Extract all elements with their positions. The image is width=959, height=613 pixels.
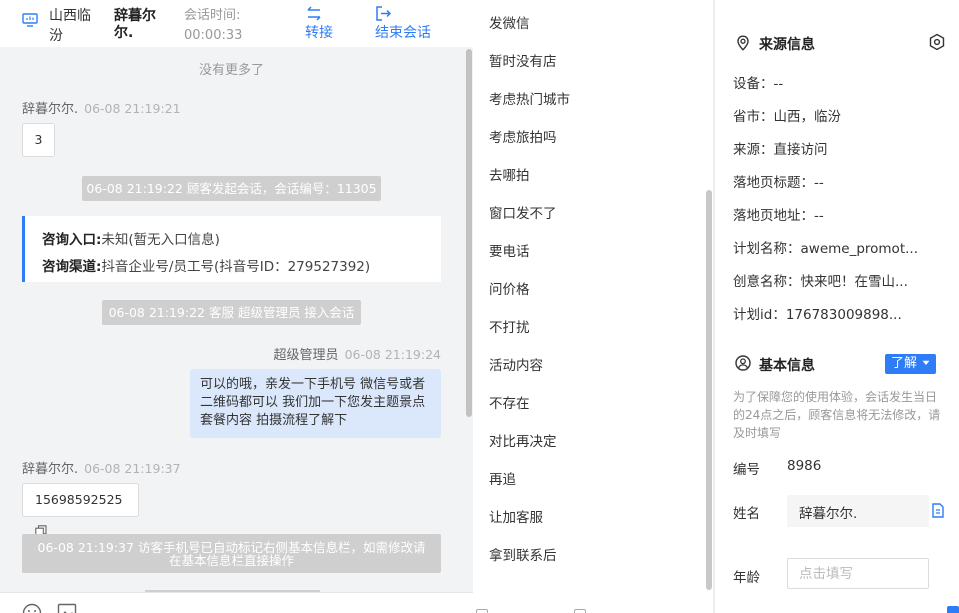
message-meta: 辞暮尔尔. 06-08 21:19:21: [22, 98, 181, 117]
chat-header: 山西临汾 辞暮尔尔. 会话时间: 00:00:33 转接 结束会话: [0, 0, 473, 47]
visitor-location: 山西临汾: [49, 8, 91, 44]
quick-reply-scrollbar[interactable]: [706, 190, 712, 590]
landing-url-row: 落地页地址：--: [733, 208, 824, 224]
outgoing-message: 可以的哦，亲发一下手机号 微信号或者二维码都可以 我们加一下您发主题景点套餐内容…: [190, 369, 441, 438]
quick-reply-item[interactable]: 再追: [489, 468, 516, 488]
quick-reply-item[interactable]: 去哪拍: [489, 164, 530, 184]
quick-reply-item[interactable]: 窗口发不了: [489, 202, 557, 222]
chat-panel: 山西临汾 辞暮尔尔. 会话时间: 00:00:33 转接 结束会话 没有更多了: [0, 0, 473, 613]
incoming-message: 15698592525: [22, 483, 139, 537]
landing-title-row: 落地页标题：--: [733, 175, 824, 191]
visitor-name: 辞暮尔尔.: [114, 8, 156, 41]
option-checkbox[interactable]: [574, 609, 586, 613]
quick-reply-item[interactable]: 发微信: [489, 12, 530, 32]
quick-reply-footer: [473, 604, 713, 613]
session-time-value: 00:00:33: [184, 28, 243, 43]
edit-deadline-notice: 为了保障您的使用体验，会话发生当日的24点之后，顾客信息将无法修改，请及时填写: [733, 390, 941, 440]
message-meta: 超级管理员 06-08 21:19:24: [274, 344, 441, 363]
learn-more-label: 了解: [891, 356, 918, 371]
quick-reply-item[interactable]: 让加客服: [489, 506, 543, 526]
name-value: 辞暮尔尔.: [799, 506, 858, 522]
quick-reply-item[interactable]: 要电话: [489, 240, 530, 260]
quick-reply-item[interactable]: 考虑旅拍吗: [489, 126, 557, 146]
quick-reply-item[interactable]: 活动内容: [489, 354, 543, 374]
consult-channel-label: 咨询渠道:: [42, 259, 102, 275]
transfer-icon: [307, 6, 321, 21]
source-row: 来源：直接访问: [733, 142, 828, 158]
chat-toolbar: [0, 592, 473, 613]
sender-name: 超级管理员: [273, 348, 339, 363]
system-message: 06-08 21:19:22 顾客发起会话，会话编号：11305: [82, 176, 381, 201]
quick-reply-item[interactable]: 拿到联系后: [489, 544, 557, 564]
incoming-message: 3: [22, 123, 55, 157]
id-label: 编号: [733, 462, 760, 478]
workspace: 山西临汾 辞暮尔尔. 会话时间: 00:00:33 转接 结束会话 没有更多了: [0, 0, 959, 613]
exit-icon: [376, 6, 392, 21]
settings-icon[interactable]: [928, 33, 946, 51]
consult-entry-label: 咨询入口:: [42, 232, 102, 248]
sender-name: 辞暮尔尔.: [22, 462, 79, 477]
session-time-label: 会话时间:: [184, 8, 241, 23]
quick-reply-panel: 发微信 暂时没有店 考虑热门城市 考虑旅拍吗 去哪拍 窗口发不了 要电话 问价格…: [473, 0, 713, 613]
id-value: 8986: [787, 458, 822, 474]
consult-entry-value: 未知(暂无入口信息): [101, 232, 220, 248]
quick-reply-item[interactable]: 问价格: [489, 278, 530, 298]
quick-reply-item[interactable]: 对比再决定: [489, 430, 557, 450]
quick-reply-item[interactable]: 不打扰: [489, 316, 530, 336]
province-row: 省市：山西，临汾: [733, 109, 841, 125]
message-list[interactable]: 没有更多了 辞暮尔尔. 06-08 21:19:21 3 06-08 21:19:…: [0, 47, 473, 592]
plan-name-row: 计划名称：aweme_promot...: [733, 241, 918, 257]
phone-number: 15698592525: [35, 492, 123, 507]
consult-channel-value: 抖音企业号/员工号(抖音号ID：279527392): [101, 259, 371, 275]
end-session-button[interactable]: 结束会话: [375, 5, 431, 43]
caret-down-icon: [922, 360, 930, 365]
quick-reply-item[interactable]: 不存在: [489, 392, 530, 412]
location-pin-icon: [737, 35, 749, 51]
age-input[interactable]: [787, 558, 929, 589]
consult-info-card: 咨询入口:未知(暂无入口信息) 咨询渠道:抖音企业号/员工号(抖音号ID：279…: [22, 216, 441, 282]
visitor-info-panel: 来源信息 设备：-- 省市：山西，临汾 来源：直接访问 落地页标题：-- 落地页…: [715, 0, 959, 613]
consult-entry-row: 咨询入口:未知(暂无入口信息): [42, 228, 220, 248]
no-more-hint: 没有更多了: [198, 63, 264, 78]
end-session-label: 结束会话: [375, 25, 431, 41]
copy-icon[interactable]: [931, 503, 945, 518]
device-row: 设备：--: [733, 76, 784, 92]
message-time: 06-08 21:19:24: [344, 347, 441, 362]
message-time: 06-08 21:19:21: [84, 101, 181, 116]
sender-name: 辞暮尔尔.: [22, 102, 79, 117]
plan-id-row: 计划id：176783009898...: [733, 307, 902, 323]
source-info-title: 来源信息: [759, 37, 815, 53]
system-message: 06-08 21:19:37 访客手机号已自动标记右侧基本信息栏，如需修改请在基…: [22, 534, 441, 573]
message-meta: 辞暮尔尔. 06-08 21:19:37: [22, 458, 181, 477]
name-label: 姓名: [733, 506, 760, 522]
floating-action-edge[interactable]: [947, 606, 959, 613]
chat-scrollbar[interactable]: [466, 49, 472, 417]
name-field[interactable]: 辞暮尔尔.: [787, 495, 929, 527]
consult-channel-row: 咨询渠道:抖音企业号/员工号(抖音号ID：279527392): [42, 255, 370, 275]
creative-name-row: 创意名称：快来吧！在雪山...: [733, 274, 908, 290]
transfer-label: 转接: [305, 25, 333, 41]
learn-more-button[interactable]: 了解: [885, 354, 936, 374]
image-icon[interactable]: [57, 603, 77, 613]
transfer-button[interactable]: 转接: [305, 5, 333, 43]
system-message: 06-08 21:19:22 客服 超级管理员 接入会话: [102, 300, 361, 325]
message-time: 06-08 21:19:37: [84, 461, 181, 476]
option-checkbox[interactable]: [476, 609, 488, 613]
monitor-icon: [22, 13, 38, 27]
age-label: 年龄: [733, 570, 760, 586]
user-circle-icon: [735, 355, 751, 371]
quick-reply-item[interactable]: 考虑热门城市: [489, 88, 570, 108]
emoji-icon[interactable]: [22, 603, 42, 613]
basic-info-title: 基本信息: [759, 358, 815, 374]
quick-reply-item[interactable]: 暂时没有店: [489, 50, 557, 70]
